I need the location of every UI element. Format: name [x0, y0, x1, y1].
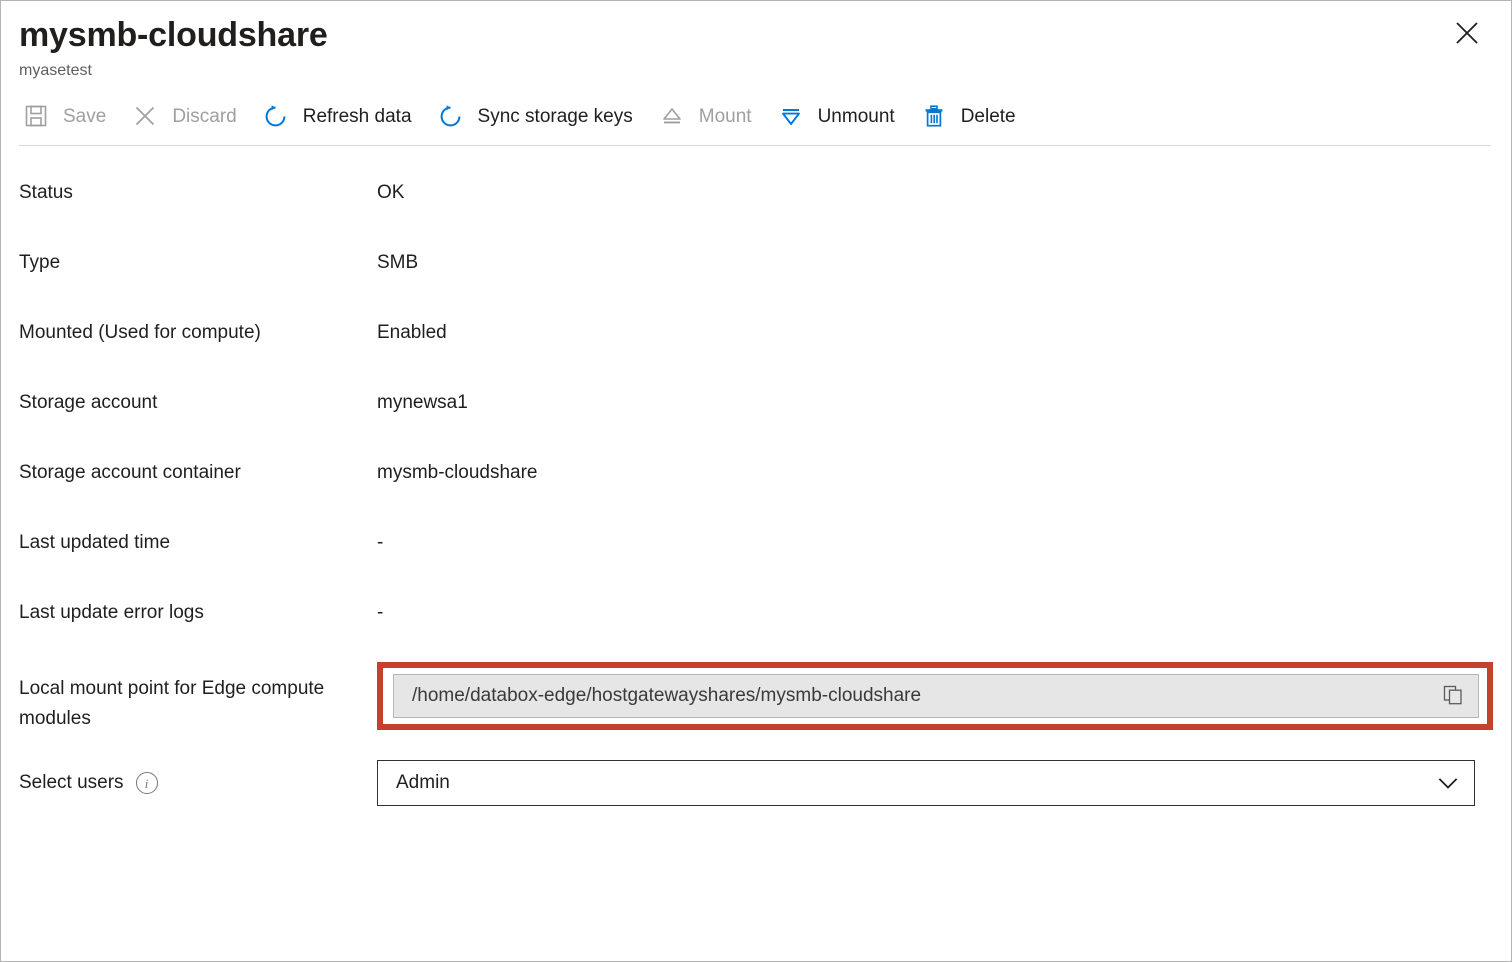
sync-storage-keys-button[interactable]: Sync storage keys [434, 96, 647, 136]
info-icon[interactable]: i [136, 772, 158, 794]
select-users-control: Admin [377, 760, 1475, 806]
discard-button-label: Discard [172, 107, 236, 126]
save-button-label: Save [63, 107, 106, 126]
share-details-panel: mysmb-cloudshare myasetest Save [0, 0, 1512, 962]
local-mount-point-highlight: /home/databox-edge/hostgatewayshares/mys… [377, 662, 1493, 730]
panel-header: mysmb-cloudshare myasetest [1, 1, 1511, 82]
copy-icon [1442, 684, 1464, 709]
page-title: mysmb-cloudshare [19, 13, 1493, 57]
detail-row-storage-account: Storage account mynewsa1 [19, 384, 1493, 454]
detail-value: mysmb-cloudshare [377, 454, 538, 488]
local-mount-point-label: Local mount point for Edge compute modul… [19, 664, 377, 734]
close-button[interactable] [1445, 11, 1489, 55]
refresh-data-button-label: Refresh data [303, 107, 412, 126]
save-button[interactable]: Save [19, 96, 120, 136]
detail-row-type: Type SMB [19, 244, 1493, 314]
detail-row-last-update-error-logs: Last update error logs - [19, 594, 1493, 664]
local-mount-point-value: /home/databox-edge/hostgatewayshares/mys… [412, 685, 1438, 707]
detail-row-local-mount-point: Local mount point for Edge compute modul… [19, 664, 1493, 760]
detail-row-mounted: Mounted (Used for compute) Enabled [19, 314, 1493, 384]
select-users-label: Select users [19, 768, 124, 798]
mount-icon [657, 102, 687, 130]
detail-label: Storage account [19, 384, 377, 418]
delete-button[interactable]: Delete [917, 96, 1030, 136]
detail-value: - [377, 524, 383, 558]
discard-icon [130, 102, 160, 130]
detail-label: Type [19, 244, 377, 278]
detail-value: - [377, 594, 383, 628]
discard-button[interactable]: Discard [128, 96, 250, 136]
detail-label: Storage account container [19, 454, 377, 488]
unmount-icon [776, 102, 806, 130]
sync-storage-keys-button-label: Sync storage keys [478, 107, 633, 126]
delete-button-label: Delete [961, 107, 1016, 126]
select-users-dropdown[interactable]: Admin [377, 760, 1475, 806]
detail-value: SMB [377, 244, 418, 278]
save-icon [21, 102, 51, 130]
detail-row-select-users: Select users i Admin [19, 760, 1493, 836]
unmount-button[interactable]: Unmount [774, 96, 909, 136]
detail-label: Last updated time [19, 524, 377, 558]
select-users-label-group: Select users i [19, 760, 377, 798]
detail-value: OK [377, 174, 404, 208]
sync-icon [436, 102, 466, 130]
local-mount-point-field: /home/databox-edge/hostgatewayshares/mys… [393, 674, 1479, 718]
close-icon [1454, 20, 1480, 46]
details-form: Status OK Type SMB Mounted (Used for com… [1, 146, 1511, 836]
detail-row-status: Status OK [19, 174, 1493, 244]
detail-row-last-updated-time: Last updated time - [19, 524, 1493, 594]
copy-to-clipboard-button[interactable] [1438, 681, 1468, 711]
page-subtitle: myasetest [19, 60, 1493, 82]
select-users-value: Admin [396, 772, 1434, 794]
detail-label: Mounted (Used for compute) [19, 314, 377, 348]
mount-button-label: Mount [699, 107, 752, 126]
mount-button[interactable]: Mount [655, 96, 766, 136]
chevron-down-icon [1434, 769, 1462, 797]
command-toolbar: Save Discard Refresh data [1, 88, 1511, 144]
detail-row-storage-account-container: Storage account container mysmb-cloudsha… [19, 454, 1493, 524]
detail-value: mynewsa1 [377, 384, 468, 418]
delete-icon [919, 102, 949, 130]
detail-label: Status [19, 174, 377, 208]
detail-value: Enabled [377, 314, 447, 348]
unmount-button-label: Unmount [818, 107, 895, 126]
detail-label: Last update error logs [19, 594, 377, 628]
refresh-icon [261, 102, 291, 130]
refresh-data-button[interactable]: Refresh data [259, 96, 426, 136]
